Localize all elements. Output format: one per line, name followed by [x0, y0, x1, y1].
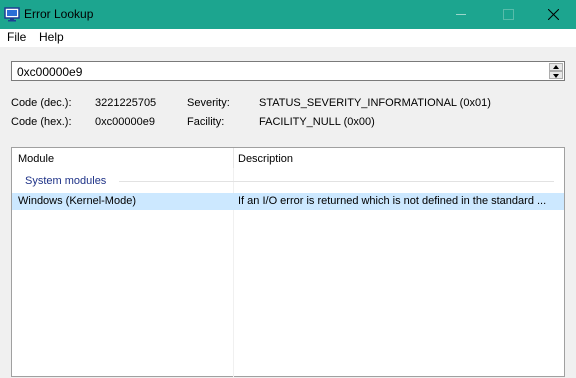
menu-bar: File Help: [0, 29, 576, 47]
group-divider: [119, 181, 554, 182]
error-code-value[interactable]: 0xc00000e9: [17, 65, 82, 79]
error-code-input[interactable]: 0xc00000e9: [11, 61, 565, 81]
column-header-description[interactable]: Description: [238, 153, 293, 165]
monitor-icon: [4, 7, 20, 22]
row-module: Windows (Kernel-Mode): [18, 195, 136, 207]
close-icon: [548, 9, 559, 20]
severity-value: STATUS_SEVERITY_INFORMATIONAL (0x01): [259, 97, 491, 109]
column-header-module[interactable]: Module: [18, 153, 54, 165]
group-header[interactable]: System modules: [25, 175, 106, 187]
menu-file[interactable]: File: [6, 30, 27, 44]
code-spinner[interactable]: [549, 63, 563, 79]
menu-help[interactable]: Help: [38, 30, 65, 44]
severity-label: Severity:: [187, 97, 230, 109]
column-divider[interactable]: [233, 148, 234, 168]
spin-up-button[interactable]: [549, 63, 563, 71]
facility-label: Facility:: [187, 116, 225, 128]
row-description: If an I/O error is returned which is not…: [238, 195, 547, 207]
code-hex-value: 0xc00000e9: [95, 116, 155, 128]
minimize-button[interactable]: [438, 0, 484, 29]
table-row[interactable]: Windows (Kernel-Mode) If an I/O error is…: [12, 193, 564, 210]
close-button[interactable]: [530, 0, 576, 29]
code-dec-value: 3221225705: [95, 97, 157, 109]
code-dec-label: Code (dec.):: [11, 97, 72, 109]
window-title: Error Lookup: [24, 7, 94, 21]
facility-value: FACILITY_NULL (0x00): [259, 116, 375, 128]
maximize-button[interactable]: [485, 0, 531, 29]
module-list[interactable]: Module Description System modules Window…: [11, 147, 565, 378]
code-hex-label: Code (hex.):: [11, 116, 72, 128]
spin-down-button[interactable]: [549, 71, 563, 79]
title-bar[interactable]: Error Lookup: [0, 0, 576, 29]
